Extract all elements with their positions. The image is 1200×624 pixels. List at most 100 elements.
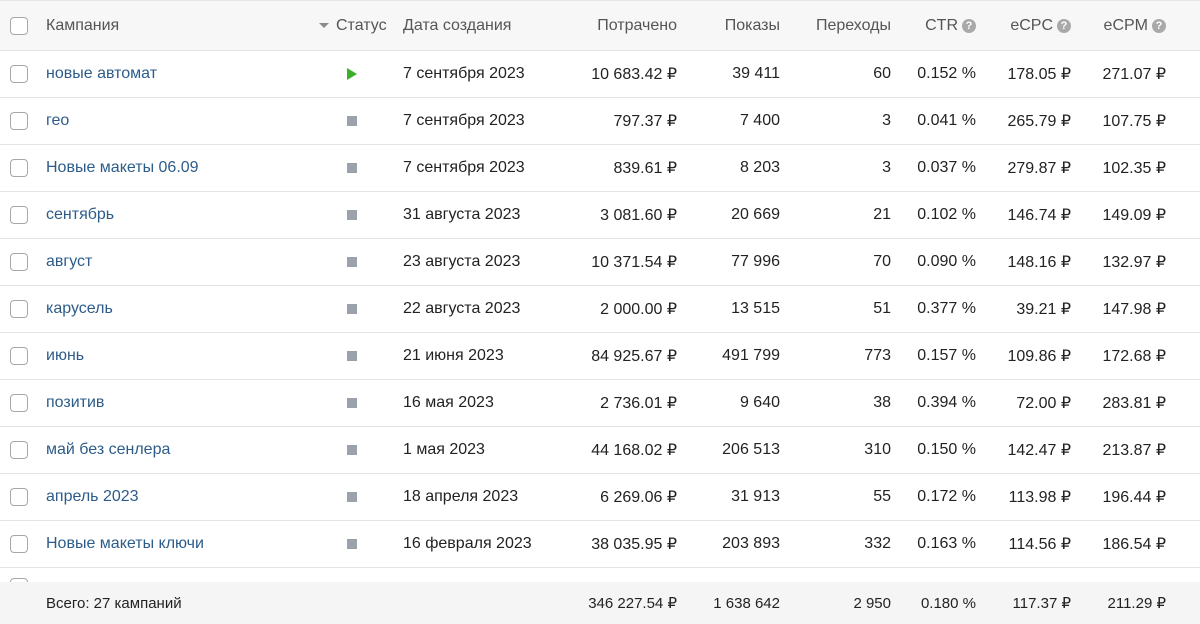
row-checkbox[interactable] — [10, 347, 28, 365]
status-cell — [336, 521, 368, 567]
campaign-name-link[interactable]: карусель — [46, 286, 113, 332]
table-row[interactable]: апрель 2023 18 апреля 2023 6 269.06 ₽ 31 91… — [0, 474, 1200, 521]
stop-icon[interactable] — [347, 257, 357, 267]
ctr-value: 0.152 % — [917, 65, 976, 82]
clicks-value: 310 — [864, 441, 891, 458]
created-date: 23 августа 2023 — [403, 253, 521, 270]
campaign-name-link[interactable]: май без сенлера — [46, 427, 170, 473]
row-checkbox[interactable] — [10, 159, 28, 177]
clicks-value: 51 — [873, 300, 891, 317]
row-checkbox[interactable] — [10, 206, 28, 224]
stop-icon[interactable] — [347, 445, 357, 455]
stop-icon[interactable] — [347, 163, 357, 173]
ctr-value: 0.172 % — [917, 488, 976, 505]
spent-value: 6 269.06 ₽ — [600, 489, 677, 506]
row-checkbox[interactable] — [10, 394, 28, 412]
status-cell — [336, 333, 368, 379]
table-footer-totals: Всего: 27 кампаний 346 227.54 ₽ 1 638 64… — [0, 582, 1200, 624]
impressions-value: 491 799 — [722, 347, 780, 364]
campaign-name-link[interactable]: гео — [46, 98, 69, 144]
status-cell — [336, 380, 368, 426]
ecpc-value: 72.00 ₽ — [1016, 395, 1071, 412]
table-row[interactable]: новые автомат 7 сентября 2023 10 683.42 ₽ 3… — [0, 51, 1200, 98]
ctr-value: 0.150 % — [917, 441, 976, 458]
ecpc-value: 114.56 ₽ — [1008, 536, 1071, 553]
created-date: 16 мая 2023 — [403, 394, 494, 411]
table-row[interactable]: май без сенлера 1 мая 2023 44 168.02 ₽ 206 … — [0, 427, 1200, 474]
row-checkbox[interactable] — [10, 300, 28, 318]
ecpm-value: 132.97 ₽ — [1102, 254, 1166, 271]
ctr-value: 0.157 % — [917, 347, 976, 364]
column-header-status[interactable]: Статус — [336, 1, 387, 50]
status-cell — [336, 51, 368, 97]
total-ecpc: 117.37 ₽ — [1012, 595, 1071, 612]
impressions-value: 77 996 — [731, 253, 780, 270]
campaign-name-link[interactable]: позитив — [46, 380, 104, 426]
table-row[interactable]: август 23 августа 2023 10 371.54 ₽ 77 996 70… — [0, 239, 1200, 286]
table-row-partial — [0, 566, 1200, 582]
status-cell — [336, 192, 368, 238]
impressions-value: 13 515 — [731, 300, 780, 317]
clicks-value: 773 — [864, 347, 891, 364]
row-checkbox[interactable] — [10, 488, 28, 506]
created-date: 21 июня 2023 — [403, 347, 504, 364]
created-date: 22 августа 2023 — [403, 300, 521, 317]
ctr-header-label: CTR — [925, 16, 958, 34]
campaign-name-link[interactable]: Новые макеты ключи — [46, 521, 204, 567]
row-checkbox[interactable] — [10, 441, 28, 459]
status-cell — [336, 98, 368, 144]
sort-arrow-icon[interactable] — [318, 1, 330, 50]
stop-icon[interactable] — [347, 492, 357, 502]
play-icon[interactable] — [347, 68, 357, 80]
ecpc-help-icon[interactable]: ? — [1057, 18, 1071, 33]
table-row[interactable]: Новые макеты 06.09 7 сентября 2023 839.61 … — [0, 145, 1200, 192]
column-header-ecpc[interactable]: eCPC? — [1010, 1, 1071, 50]
ctr-help-icon[interactable]: ? — [962, 18, 976, 33]
column-header-campaign[interactable]: Кампания — [46, 1, 119, 50]
stop-icon[interactable] — [347, 210, 357, 220]
row-checkbox[interactable] — [10, 253, 28, 271]
column-header-ecpm[interactable]: eCPM? — [1104, 1, 1166, 50]
row-checkbox[interactable] — [10, 535, 28, 553]
stop-icon[interactable] — [347, 116, 357, 126]
ecpm-help-icon[interactable]: ? — [1152, 18, 1166, 33]
column-header-clicks[interactable]: Переходы — [816, 1, 891, 50]
ctr-value: 0.377 % — [917, 300, 976, 317]
stop-icon[interactable] — [347, 304, 357, 314]
total-label: Всего: 27 кампаний — [46, 594, 182, 612]
table-row[interactable]: июнь 21 июня 2023 84 925.67 ₽ 491 799 773 0.1… — [0, 333, 1200, 380]
campaign-name-link[interactable]: август — [46, 239, 92, 285]
table-row[interactable]: позитив 16 мая 2023 2 736.01 ₽ 9 640 38 0.394… — [0, 380, 1200, 427]
clicks-value: 38 — [873, 394, 891, 411]
table-row[interactable]: гео 7 сентября 2023 797.37 ₽ 7 400 3 0.041 % 2… — [0, 98, 1200, 145]
stop-icon[interactable] — [347, 398, 357, 408]
campaign-name-link[interactable]: сентябрь — [46, 192, 114, 238]
select-all-checkbox[interactable] — [10, 16, 28, 35]
stop-icon[interactable] — [347, 539, 357, 549]
ecpm-header-label: eCPM — [1103, 16, 1148, 34]
column-header-spent[interactable]: Потрачено — [597, 1, 677, 50]
total-spent: 346 227.54 ₽ — [588, 595, 677, 612]
created-date: 7 сентября 2023 — [403, 112, 525, 129]
campaign-name-link[interactable]: июнь — [46, 333, 84, 379]
row-checkbox[interactable] — [10, 112, 28, 130]
table-row[interactable]: карусель 22 августа 2023 2 000.00 ₽ 13 515 5… — [0, 286, 1200, 333]
ecpm-value: 102.35 ₽ — [1102, 160, 1166, 177]
table-row[interactable]: Новые макеты ключи 16 февраля 2023 38 035.… — [0, 521, 1200, 568]
campaign-name-link[interactable]: Новые макеты 06.09 — [46, 145, 199, 191]
campaign-name-link[interactable]: апрель 2023 — [46, 474, 139, 520]
column-header-date[interactable]: Дата создания — [403, 1, 511, 50]
ecpm-value: 186.54 ₽ — [1102, 536, 1166, 553]
impressions-value: 7 400 — [739, 112, 780, 129]
spent-value: 2 000.00 ₽ — [600, 301, 677, 318]
row-checkbox[interactable] — [10, 65, 28, 83]
table-row[interactable]: сентябрь 31 августа 2023 3 081.60 ₽ 20 669 2… — [0, 192, 1200, 239]
campaign-name-link[interactable]: новые автомат — [46, 51, 157, 97]
spent-value: 3 081.60 ₽ — [600, 207, 677, 224]
ecpm-value: 283.81 ₽ — [1102, 395, 1166, 412]
stop-icon[interactable] — [347, 351, 357, 361]
spent-value: 10 371.54 ₽ — [591, 254, 677, 271]
ecpc-value: 148.16 ₽ — [1007, 254, 1071, 271]
column-header-ctr[interactable]: CTR? — [925, 1, 976, 50]
column-header-impressions[interactable]: Показы — [725, 1, 780, 50]
